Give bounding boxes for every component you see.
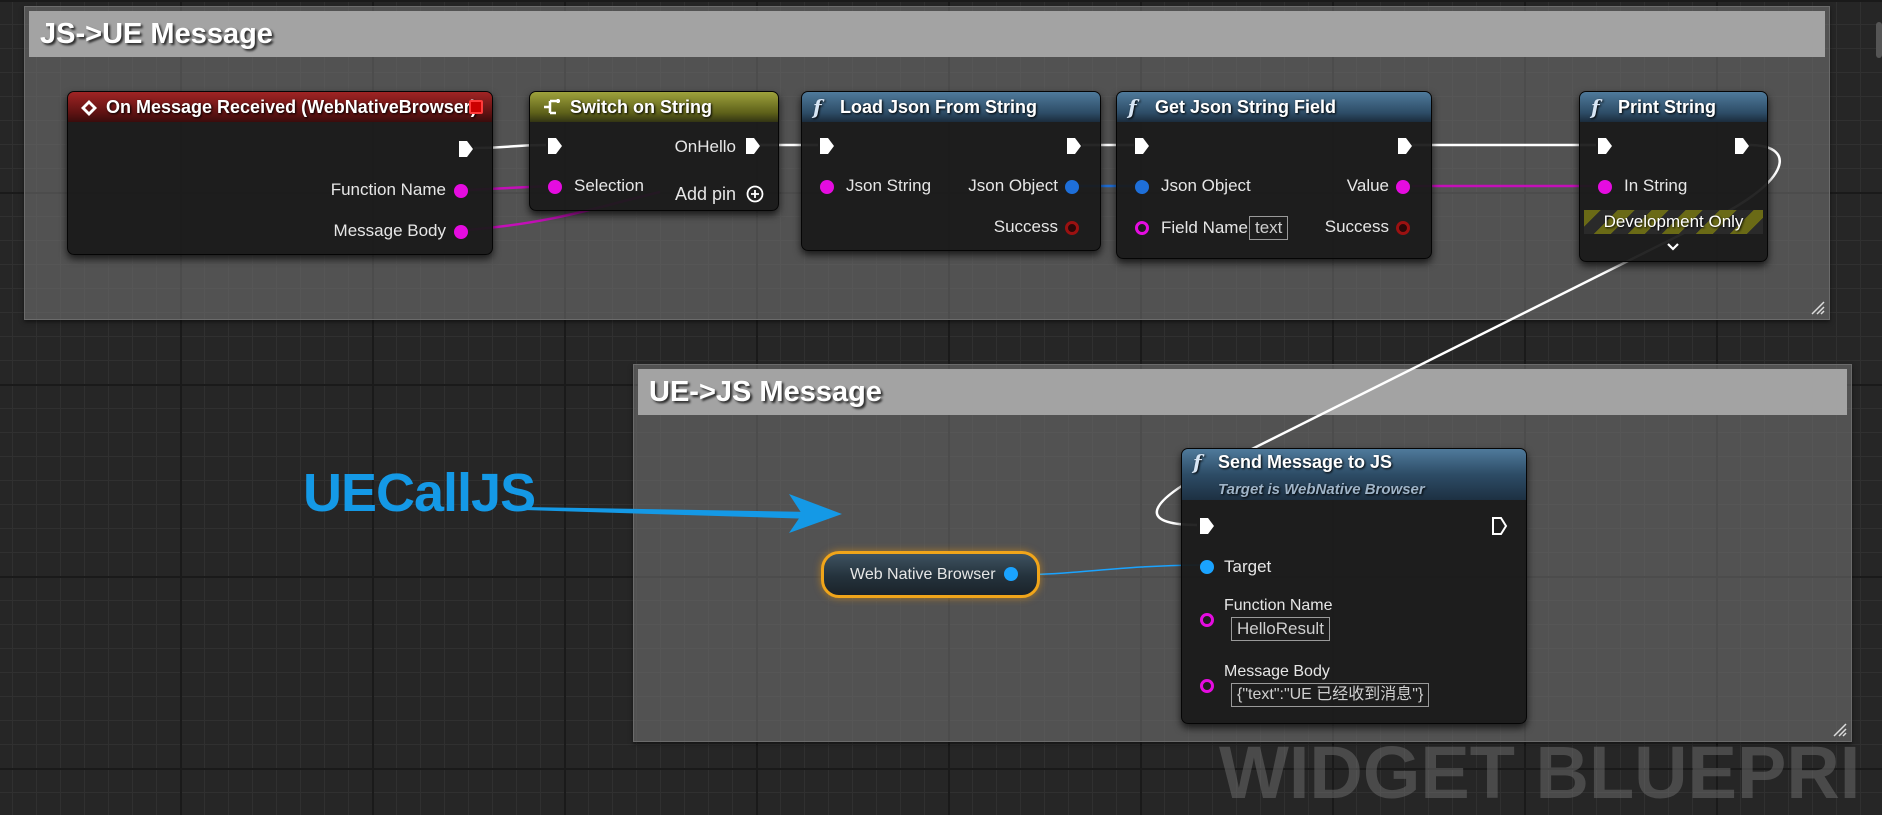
pin-label-selection: Selection xyxy=(574,176,644,195)
function-name-input[interactable]: HelloResult xyxy=(1231,617,1330,641)
annotation-arrow-icon xyxy=(524,494,842,533)
exec-out-pin[interactable] xyxy=(1492,517,1508,535)
message-body-pin[interactable] xyxy=(454,225,468,239)
exec-out-pin[interactable] xyxy=(1734,137,1750,155)
print-string-node[interactable]: f Print String In String Development Onl… xyxy=(1579,91,1768,262)
load-json-from-string-node[interactable]: f Load Json From String Json String Json… xyxy=(801,91,1101,251)
message-body-pin[interactable] xyxy=(1200,679,1214,693)
json-string-pin[interactable] xyxy=(820,180,834,194)
exec-in-pin[interactable] xyxy=(819,137,835,155)
node-title: Get Json String Field xyxy=(1155,97,1337,117)
success-pin[interactable] xyxy=(1396,221,1410,235)
event-diamond-icon xyxy=(81,100,97,116)
target-pin[interactable] xyxy=(1200,560,1214,574)
value-pin[interactable] xyxy=(1396,180,1410,194)
exec-in-pin[interactable] xyxy=(1134,137,1150,155)
json-object-in-pin[interactable] xyxy=(1135,180,1149,194)
function-f-icon: f xyxy=(1591,95,1600,119)
exec-out-pin[interactable] xyxy=(1066,137,1082,155)
node-title: Switch on String xyxy=(570,97,712,117)
pin-label-json-string: Json String xyxy=(846,176,932,195)
variable-output-pin[interactable] xyxy=(1004,567,1018,581)
node-title: Load Json From String xyxy=(840,97,1038,117)
pin-label-message-body: Message Body xyxy=(1224,663,1330,680)
switch-on-string-node[interactable]: Switch on String Selection OnHello Add p… xyxy=(529,91,779,211)
pin-label-field-name: Field Name xyxy=(1161,218,1248,237)
field-name-input[interactable]: text xyxy=(1249,216,1289,240)
send-message-to-js-node[interactable]: f Send Message to JS Target is WebNative… xyxy=(1181,448,1527,724)
node-subtitle: Target is WebNative Browser xyxy=(1218,481,1425,498)
widget-blueprint-watermark: WIDGET BLUEPRI xyxy=(1219,731,1861,814)
development-only-banner: Development Only xyxy=(1584,210,1763,234)
exec-in-pin[interactable] xyxy=(547,137,563,155)
success-pin[interactable] xyxy=(1065,221,1079,235)
pin-label-function-name: Function Name xyxy=(330,180,446,199)
exec-in-pin[interactable] xyxy=(1199,517,1215,535)
pin-label-success: Success xyxy=(993,217,1058,236)
chevron-down-icon[interactable] xyxy=(1666,242,1680,252)
in-string-pin[interactable] xyxy=(1598,180,1612,194)
add-pin-plus-icon[interactable] xyxy=(746,185,764,203)
pin-label-target: Target xyxy=(1224,557,1272,576)
node-title: On Message Received (WebNativeBrowser) xyxy=(106,97,477,117)
exec-out-pin[interactable] xyxy=(1397,137,1413,155)
stop-icon[interactable] xyxy=(469,100,483,114)
pin-label-success: Success xyxy=(1324,217,1389,236)
pin-label-json-object: Json Object xyxy=(1161,176,1251,195)
function-name-pin[interactable] xyxy=(454,184,468,198)
node-title: Print String xyxy=(1618,97,1716,117)
function-f-icon: f xyxy=(813,95,822,119)
pin-label-json-object: Json Object xyxy=(968,176,1058,195)
json-object-pin[interactable] xyxy=(1065,180,1079,194)
function-name-pin[interactable] xyxy=(1200,613,1214,627)
scrollbar[interactable] xyxy=(1876,22,1882,58)
pin-label-on-hello: OnHello xyxy=(674,137,736,156)
message-body-input[interactable]: {"text":"UE 已经收到消息"} xyxy=(1231,683,1430,707)
annotation-text: UECallJS xyxy=(303,463,536,523)
event-node-on-message-received[interactable]: On Message Received (WebNativeBrowser) F… xyxy=(67,91,493,255)
pin-label-message-body: Message Body xyxy=(333,221,446,240)
variable-label: Web Native Browser xyxy=(850,566,996,583)
switch-icon xyxy=(544,99,560,115)
get-json-string-field-node[interactable]: f Get Json String Field Json Object Valu… xyxy=(1116,91,1432,259)
selection-pin[interactable] xyxy=(548,180,562,194)
pin-label-value: Value xyxy=(1346,176,1389,195)
function-f-icon: f xyxy=(1128,95,1137,119)
node-title: Send Message to JS xyxy=(1218,452,1393,472)
pin-label-in-string: In String xyxy=(1624,176,1688,195)
pin-label-function-name: Function Name xyxy=(1224,597,1333,614)
function-f-icon: f xyxy=(1193,450,1202,474)
web-native-browser-variable-node[interactable]: Web Native Browser xyxy=(821,551,1040,598)
field-name-pin[interactable] xyxy=(1135,221,1149,235)
exec-in-pin[interactable] xyxy=(1597,137,1613,155)
add-pin-button[interactable]: Add pin xyxy=(675,184,736,205)
exec-out-pin[interactable] xyxy=(458,140,474,158)
on-hello-exec-out-pin[interactable] xyxy=(745,137,761,155)
